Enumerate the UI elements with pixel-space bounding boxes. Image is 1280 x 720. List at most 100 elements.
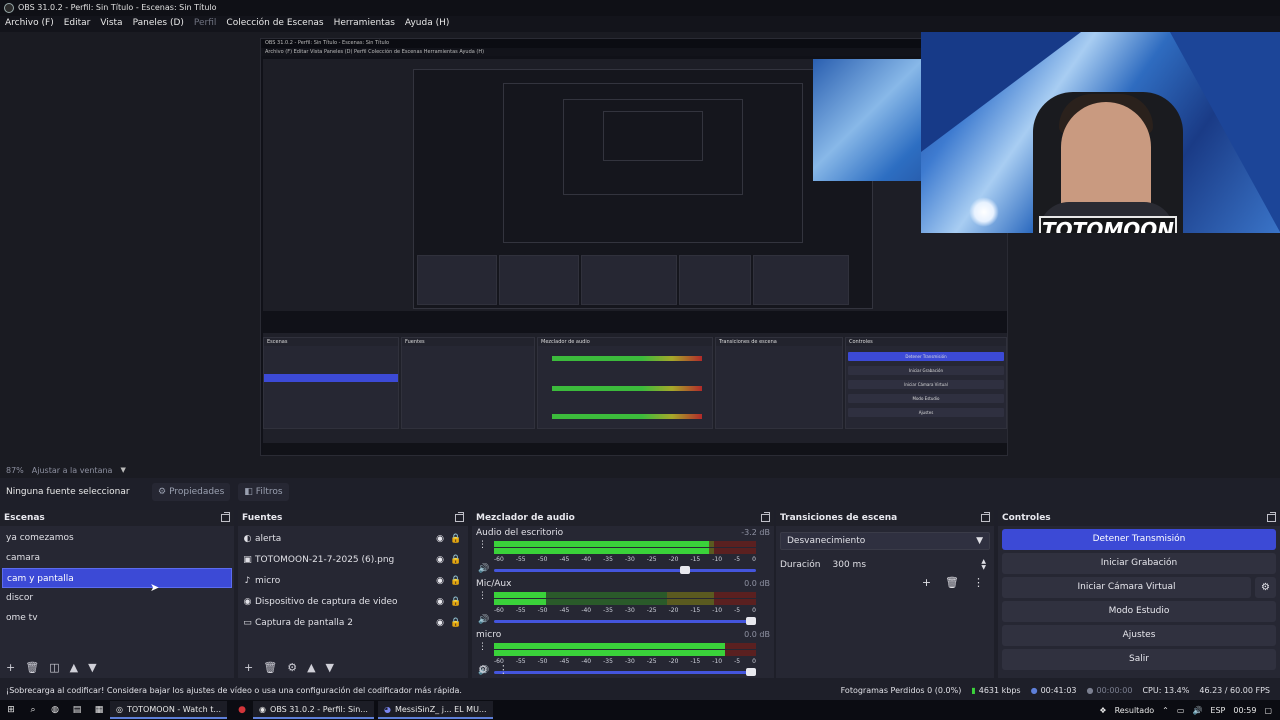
filters-button[interactable]: ◧ Filtros — [238, 483, 289, 501]
spinner-icon[interactable]: ▲ ▼ — [981, 559, 986, 571]
arrow-down-icon[interactable]: ▼ — [88, 661, 96, 674]
eye-icon[interactable]: ◉ — [432, 597, 448, 607]
taskbar-app-discord[interactable]: ◕ MessiSinZ_ j... EL MU... — [377, 701, 493, 719]
volume-slider[interactable] — [494, 566, 756, 574]
gear-icon[interactable]: ⚙ — [287, 661, 297, 674]
virtual-cam-settings-gear-icon[interactable]: ⚙ — [1255, 577, 1276, 598]
channel-menu-dots-icon[interactable]: ⋮ — [478, 540, 487, 550]
menu-paneles[interactable]: Paneles (D) — [133, 16, 184, 32]
arrow-up-icon[interactable]: ▲ — [307, 661, 315, 674]
volume-slider-knob[interactable] — [746, 617, 756, 625]
speaker-icon[interactable]: 🔊 — [478, 564, 489, 574]
network-icon[interactable]: ▭ — [1177, 706, 1185, 715]
stop-stream-button[interactable]: Detener Transmisión — [1002, 529, 1276, 550]
opera-icon[interactable]: ● — [231, 705, 253, 715]
undock-icon[interactable] — [455, 512, 464, 522]
undock-icon[interactable] — [761, 512, 770, 522]
scene-item[interactable]: ya comezamos — [0, 528, 234, 548]
scene-item[interactable]: camara — [0, 548, 234, 568]
lock-icon[interactable]: 🔒 — [448, 597, 464, 607]
menu-editar[interactable]: Editar — [64, 16, 91, 32]
menu-coleccion[interactable]: Colección de Escenas — [226, 16, 323, 32]
scene-item[interactable]: ome tv — [0, 608, 234, 628]
settings-button[interactable]: Ajustes — [1002, 625, 1276, 646]
nested-inner-controls — [753, 255, 849, 305]
undock-icon[interactable] — [981, 512, 990, 522]
chevron-up-icon[interactable]: ⌃ — [1162, 706, 1169, 715]
zoom-dropdown-icon[interactable]: ▼ — [120, 466, 125, 474]
search-icon[interactable]: ⌕ — [22, 705, 44, 715]
tray-label[interactable]: Resultado — [1115, 706, 1155, 715]
trash-icon[interactable]: 🗑 — [25, 661, 39, 674]
scene-item[interactable]: discor — [0, 588, 234, 608]
tick-label: -10 — [712, 556, 723, 563]
tick-label: -5 — [734, 556, 741, 563]
taskbar-app-obs[interactable]: ◉ OBS 31.0.2 - Perfil: Sin... — [253, 701, 374, 719]
preview-canvas[interactable]: OBS 31.0.2 - Perfil: Sin Título - Escena… — [0, 32, 1280, 462]
mixer-header: Mezclador de audio — [472, 510, 774, 526]
add-icon[interactable]: + — [244, 661, 253, 674]
start-virtual-cam-button[interactable]: Iniciar Cámara Virtual — [1002, 577, 1251, 598]
volume-slider[interactable] — [494, 617, 756, 625]
lock-icon[interactable]: 🔒 — [448, 534, 464, 544]
speaker-icon[interactable]: 🔊 — [478, 615, 489, 625]
gear-icon: ⚙ — [158, 487, 167, 497]
undock-icon[interactable] — [1267, 512, 1276, 522]
arrow-up-icon[interactable]: ▲ — [70, 661, 78, 674]
menu-herramientas[interactable]: Herramientas — [334, 16, 395, 32]
eye-icon[interactable]: ◉ — [432, 534, 448, 544]
undock-icon[interactable] — [221, 512, 230, 522]
lock-icon[interactable]: 🔒 — [448, 555, 464, 565]
add-icon[interactable]: + — [6, 661, 15, 674]
notification-icon[interactable]: ▢ — [1264, 706, 1272, 715]
filter-icon[interactable]: ◫ — [49, 661, 59, 674]
menu-perfil: Perfil — [193, 18, 217, 28]
trash-icon[interactable]: 🗑 — [945, 576, 959, 589]
tick-label: -40 — [581, 607, 592, 614]
menu-ayuda[interactable]: Ayuda (H) — [405, 16, 449, 32]
properties-button[interactable]: ⚙ Propiedades — [152, 483, 231, 501]
source-item[interactable]: ♪ micro ◉ 🔒 — [238, 570, 468, 591]
edge-icon[interactable]: ◍ — [44, 705, 66, 715]
source-item[interactable]: ◉ Dispositivo de captura de video ◉ 🔒 — [238, 591, 468, 612]
windows-start-icon[interactable]: ⊞ — [0, 705, 22, 715]
trash-icon[interactable]: 🗑 — [263, 661, 277, 674]
lock-icon[interactable]: 🔒 — [448, 618, 464, 628]
advanced-audio-icon[interactable]: ⚙ — [478, 663, 488, 676]
fit-to-window[interactable]: Ajustar a la ventana — [32, 466, 113, 475]
meter-ticks: -60 -55 -50 -45 -40 -35 -30 -25 -20 -15 -10 -5 0 — [494, 556, 756, 563]
menu-archivo[interactable]: Archivo (F) — [5, 16, 54, 32]
add-icon[interactable]: + — [922, 576, 931, 589]
tick-label: -5 — [734, 607, 741, 614]
studio-mode-button[interactable]: Modo Estudio — [1002, 601, 1276, 622]
source-item[interactable]: ◐ alerta ◉ 🔒 — [238, 528, 468, 549]
stream-icon: ● — [1030, 685, 1038, 695]
channel-name: micro — [476, 630, 502, 640]
duration-input[interactable]: 300 ms ▲ ▼ — [828, 556, 990, 574]
eye-icon[interactable]: ◉ — [432, 576, 448, 586]
eye-icon[interactable]: ◉ — [432, 555, 448, 565]
channel-menu-dots-icon[interactable]: ⋮ — [478, 642, 487, 652]
chevron-down-icon: ▼ — [976, 536, 983, 546]
channel-menu-dots-icon[interactable]: ⋮ — [478, 591, 487, 601]
tray-app-icon[interactable]: ❖ — [1099, 706, 1106, 715]
source-item[interactable]: ▭ Captura de pantalla 2 ◉ 🔒 — [238, 612, 468, 633]
menu-dots-icon[interactable]: ⋮ — [498, 663, 509, 676]
lock-icon[interactable]: 🔒 — [448, 576, 464, 586]
volume-icon[interactable]: 🔊 — [1192, 706, 1202, 715]
menu-vista[interactable]: Vista — [100, 16, 122, 32]
clock[interactable]: 00:59 — [1233, 706, 1256, 715]
start-recording-button[interactable]: Iniciar Grabación — [1002, 553, 1276, 574]
source-item[interactable]: ▣ TOTOMOON-21-7-2025 (6).png ◉ 🔒 — [238, 549, 468, 570]
language-indicator[interactable]: ESP — [1210, 706, 1225, 715]
volume-slider-knob[interactable] — [680, 566, 690, 574]
arrow-down-icon[interactable]: ▼ — [326, 661, 334, 674]
exit-button[interactable]: Salir — [1002, 649, 1276, 670]
store-icon[interactable]: ▦ — [88, 705, 110, 715]
folder-icon[interactable]: ▤ — [66, 705, 88, 715]
taskbar-app-chrome[interactable]: ◎ TOTOMOON - Watch t... — [110, 701, 228, 719]
eye-icon[interactable]: ◉ — [432, 618, 448, 628]
scene-item-selected[interactable]: cam y pantalla — [2, 568, 232, 588]
menu-dots-icon[interactable]: ⋮ — [973, 576, 984, 589]
transition-select[interactable]: Desvanecimiento ▼ — [780, 532, 990, 550]
